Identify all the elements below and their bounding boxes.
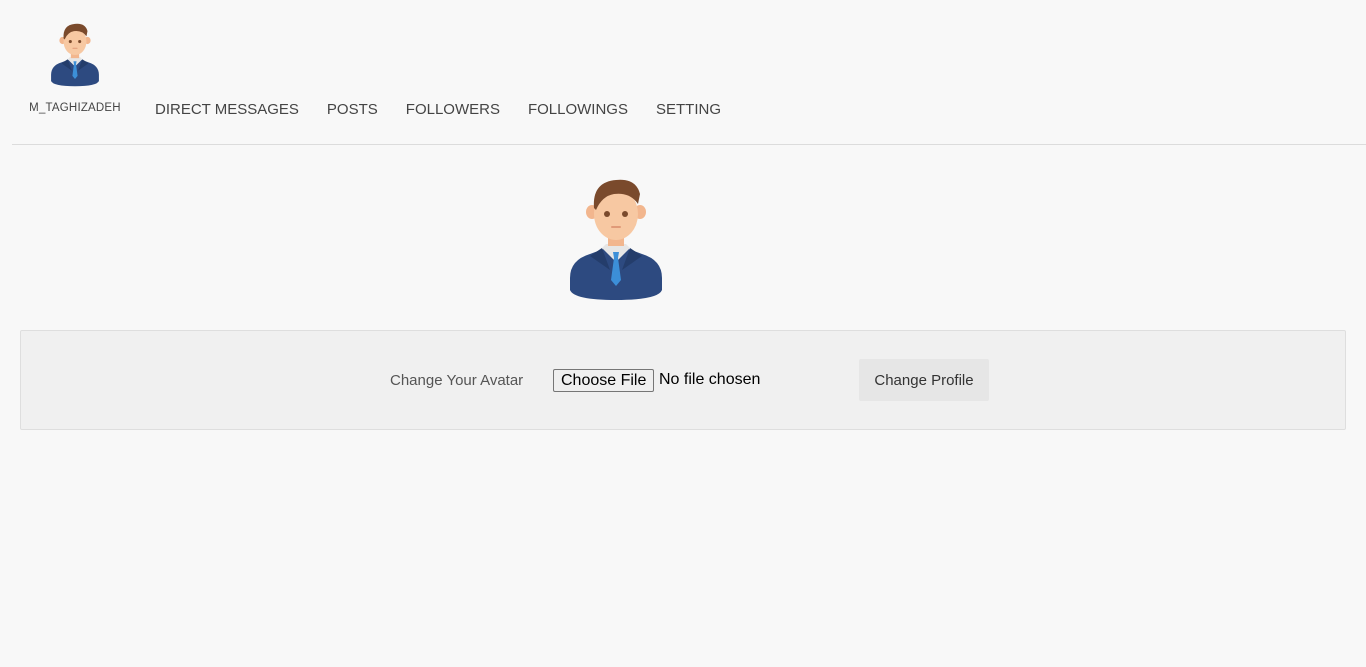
- nav-followings[interactable]: FOLLOWINGS: [514, 100, 642, 120]
- file-status-text: No file chosen: [659, 371, 761, 388]
- username-label: M_TAGHIZADEH: [29, 102, 121, 114]
- user-profile-link[interactable]: M_TAGHIZADEH: [22, 14, 128, 114]
- header-divider: [12, 144, 1366, 145]
- nav-setting[interactable]: SETTING: [642, 100, 735, 120]
- change-avatar-label: Change Your Avatar: [390, 372, 524, 389]
- change-avatar-form: Change Your Avatar Choose File No file c…: [20, 330, 1346, 430]
- choose-file-button[interactable]: Choose File: [553, 369, 655, 392]
- change-profile-button[interactable]: Change Profile: [859, 359, 989, 401]
- header: M_TAGHIZADEH DIRECT MESSAGES POSTS FOLLO…: [0, 0, 1366, 144]
- businessman-avatar-icon: [51, 23, 99, 87]
- nav-direct-messages[interactable]: DIRECT MESSAGES: [141, 100, 313, 120]
- main-navigation: DIRECT MESSAGES POSTS FOLLOWERS FOLLOWIN…: [141, 100, 735, 120]
- nav-followers[interactable]: FOLLOWERS: [392, 100, 514, 120]
- nav-posts[interactable]: POSTS: [313, 100, 392, 120]
- businessman-avatar-icon: [570, 179, 662, 300]
- current-avatar: [566, 174, 666, 302]
